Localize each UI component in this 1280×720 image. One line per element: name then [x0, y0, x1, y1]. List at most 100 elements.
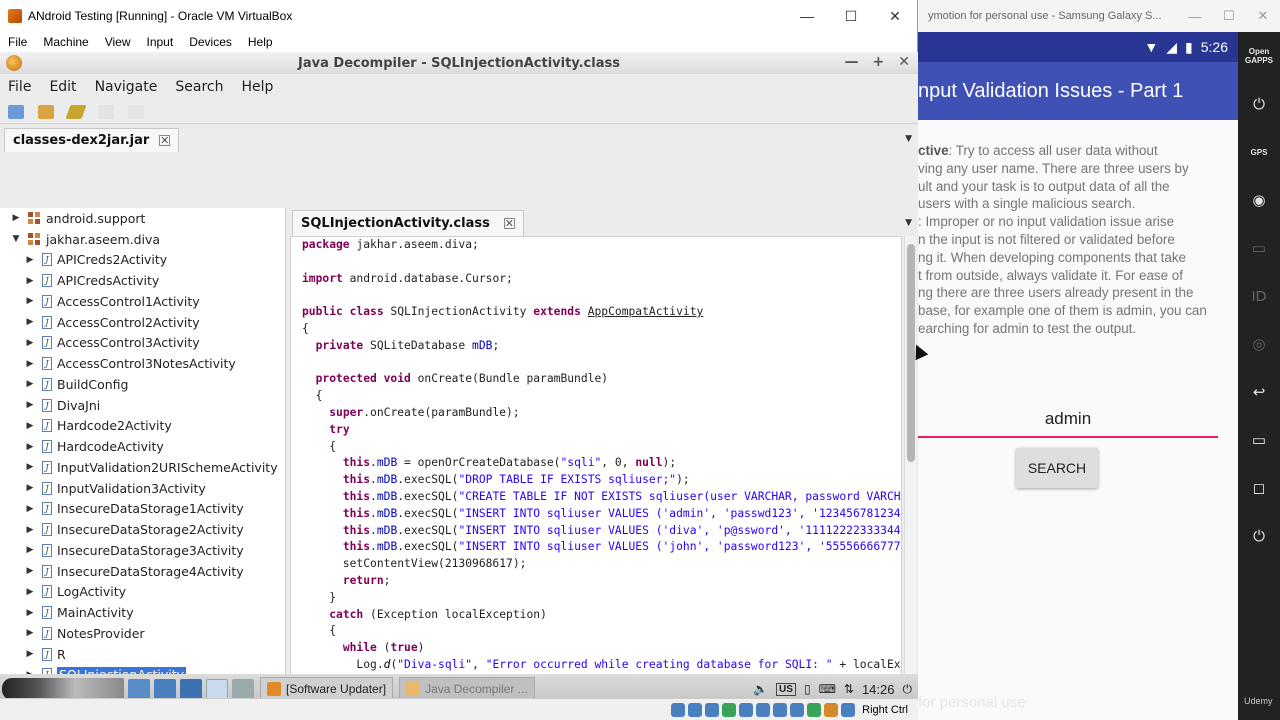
media-button[interactable]: ◎: [1238, 320, 1280, 368]
collapsed-arrow-icon[interactable]: ▶: [24, 525, 36, 535]
collapsed-arrow-icon[interactable]: ▶: [24, 255, 36, 265]
collapsed-arrow-icon[interactable]: ▶: [24, 608, 36, 618]
collapsed-arrow-icon[interactable]: ▶: [24, 566, 36, 576]
tree-item[interactable]: ▶ J APICreds2Activity: [0, 250, 285, 271]
jd-menu-file[interactable]: File: [8, 79, 31, 95]
tree-item[interactable]: ▶ J DivaJni: [0, 395, 285, 416]
battery-button[interactable]: ▭: [1238, 224, 1280, 272]
back-arrow-icon[interactable]: [98, 104, 114, 119]
open-type-icon[interactable]: [38, 104, 54, 119]
hdd-icon[interactable]: [671, 702, 686, 717]
clock[interactable]: 14:26: [862, 682, 895, 697]
collapsed-arrow-icon[interactable]: ▶: [24, 587, 36, 597]
emu-minimize-button[interactable]: —: [1178, 9, 1212, 24]
gps-button[interactable]: GPS: [1238, 128, 1280, 176]
tree-item[interactable]: ▶ J R: [0, 644, 285, 665]
collapsed-arrow-icon[interactable]: ▶: [24, 649, 36, 659]
jd-menu-navigate[interactable]: Navigate: [95, 79, 158, 95]
tree-item[interactable]: ▶ J BuildConfig: [0, 374, 285, 395]
display-icon[interactable]: [773, 702, 788, 717]
minimize-button[interactable]: —: [785, 0, 829, 32]
collapsed-arrow-icon[interactable]: ▶: [24, 483, 36, 493]
terminal-icon[interactable]: [128, 679, 150, 699]
collapsed-arrow-icon[interactable]: ▶: [24, 628, 36, 638]
collapsed-arrow-icon[interactable]: ▶: [24, 421, 36, 431]
tab-list-icon[interactable]: ▼: [905, 218, 912, 228]
jd-maximize-button[interactable]: +: [873, 54, 885, 70]
jd-menu-edit[interactable]: Edit: [49, 79, 76, 95]
tree-item[interactable]: ▶ J Hardcode2Activity: [0, 416, 285, 437]
collapsed-arrow-icon[interactable]: ▶: [24, 504, 36, 514]
expanded-arrow-icon[interactable]: ▼: [10, 234, 22, 244]
identity-button[interactable]: ID: [1238, 272, 1280, 320]
host-key-icon[interactable]: [841, 702, 856, 717]
app-menu-icon[interactable]: [2, 678, 124, 700]
username-input[interactable]: admin: [918, 404, 1218, 438]
tree-item[interactable]: ▶ J InputValidation3Activity: [0, 478, 285, 499]
jd-close-button[interactable]: ✕: [898, 54, 910, 70]
search-wand-icon[interactable]: [65, 104, 87, 119]
tab-list-icon[interactable]: ▼: [905, 134, 912, 144]
tab-classes-dex2jar[interactable]: classes-dex2jar.jar ✕: [4, 128, 180, 152]
tree-item[interactable]: ▶ J AccessControl3NotesActivity: [0, 353, 285, 374]
shared-folder-icon[interactable]: [756, 702, 771, 717]
tree-item[interactable]: ▶ J AccessControl3Activity: [0, 333, 285, 354]
tree-item[interactable]: ▶ J InsecureDataStorage1Activity: [0, 499, 285, 520]
tree-item[interactable]: ▶ J InputValidation2URISchemeActivity: [0, 457, 285, 478]
maximize-button[interactable]: ☐: [829, 0, 873, 32]
gapps-button[interactable]: Open GAPPS: [1238, 32, 1280, 80]
power-icon[interactable]: ⏻: [903, 682, 913, 697]
collapsed-arrow-icon[interactable]: ▶: [24, 462, 36, 472]
collapsed-arrow-icon[interactable]: ▶: [10, 213, 22, 223]
tree-item[interactable]: ▶ J InsecureDataStorage3Activity: [0, 540, 285, 561]
collapsed-arrow-icon[interactable]: ▶: [24, 442, 36, 452]
usb-icon[interactable]: [739, 702, 754, 717]
tree-item[interactable]: ▶ J InsecureDataStorage2Activity: [0, 519, 285, 540]
search-button[interactable]: SEARCH: [1016, 448, 1098, 488]
back-button[interactable]: ↩: [1238, 368, 1280, 416]
collapsed-arrow-icon[interactable]: ▶: [24, 317, 36, 327]
collapsed-arrow-icon[interactable]: ▶: [24, 276, 36, 286]
camera-button[interactable]: ◉: [1238, 176, 1280, 224]
network-icon[interactable]: [722, 702, 737, 717]
tree-item[interactable]: ▼ jakhar.aseem.diva: [0, 229, 285, 250]
open-folder-icon[interactable]: [8, 104, 24, 119]
cpu-icon[interactable]: [807, 702, 822, 717]
network-icon[interactable]: [154, 679, 176, 699]
collapsed-arrow-icon[interactable]: ▶: [24, 359, 36, 369]
keyboard-layout[interactable]: US: [776, 682, 796, 696]
menu-machine[interactable]: Machine: [43, 35, 88, 49]
menu-view[interactable]: View: [105, 35, 131, 49]
tree-item[interactable]: ▶ J NotesProvider: [0, 623, 285, 644]
tree-item[interactable]: ▶ J AccessControl2Activity: [0, 312, 285, 333]
mouse-integration-icon[interactable]: [824, 702, 839, 717]
jd-menu-help[interactable]: Help: [241, 79, 273, 95]
tree-item[interactable]: ▶ J APICredsActivity: [0, 270, 285, 291]
optical-drive-icon[interactable]: [688, 702, 703, 717]
close-button[interactable]: ✕: [873, 0, 917, 32]
jd-menu-search[interactable]: Search: [175, 79, 223, 95]
shutdown-button[interactable]: ⏻: [1238, 512, 1280, 560]
workspace-2-icon[interactable]: [232, 679, 254, 699]
tree-item[interactable]: ▶ J InsecureDataStorage4Activity: [0, 561, 285, 582]
collapsed-arrow-icon[interactable]: ▶: [24, 400, 36, 410]
jd-minimize-button[interactable]: —: [845, 54, 859, 70]
tree-item[interactable]: ▶ J HardcodeActivity: [0, 436, 285, 457]
forward-arrow-icon[interactable]: [128, 104, 144, 119]
collapsed-arrow-icon[interactable]: ▶: [24, 379, 36, 389]
tab-sqlinjectionactivity[interactable]: SQLInjectionActivity.class ✕: [292, 210, 524, 236]
collapsed-arrow-icon[interactable]: ▶: [24, 545, 36, 555]
network-arrows-icon[interactable]: ⇅: [844, 682, 854, 696]
menu-file[interactable]: File: [8, 35, 27, 49]
emu-close-button[interactable]: ✕: [1246, 8, 1280, 24]
collapsed-arrow-icon[interactable]: ▶: [24, 296, 36, 306]
menu-devices[interactable]: Devices: [189, 35, 232, 49]
volume-icon[interactable]: 🔈: [753, 682, 768, 696]
source-code-view[interactable]: package jakhar.aseem.diva; import androi…: [290, 236, 902, 698]
battery-icon[interactable]: ▯: [804, 682, 811, 696]
collapsed-arrow-icon[interactable]: ▶: [24, 338, 36, 348]
tree-item[interactable]: ▶ J LogActivity: [0, 582, 285, 603]
menu-help[interactable]: Help: [248, 35, 273, 49]
close-tab-icon[interactable]: ✕: [503, 218, 515, 229]
tree-item[interactable]: ▶ J MainActivity: [0, 602, 285, 623]
